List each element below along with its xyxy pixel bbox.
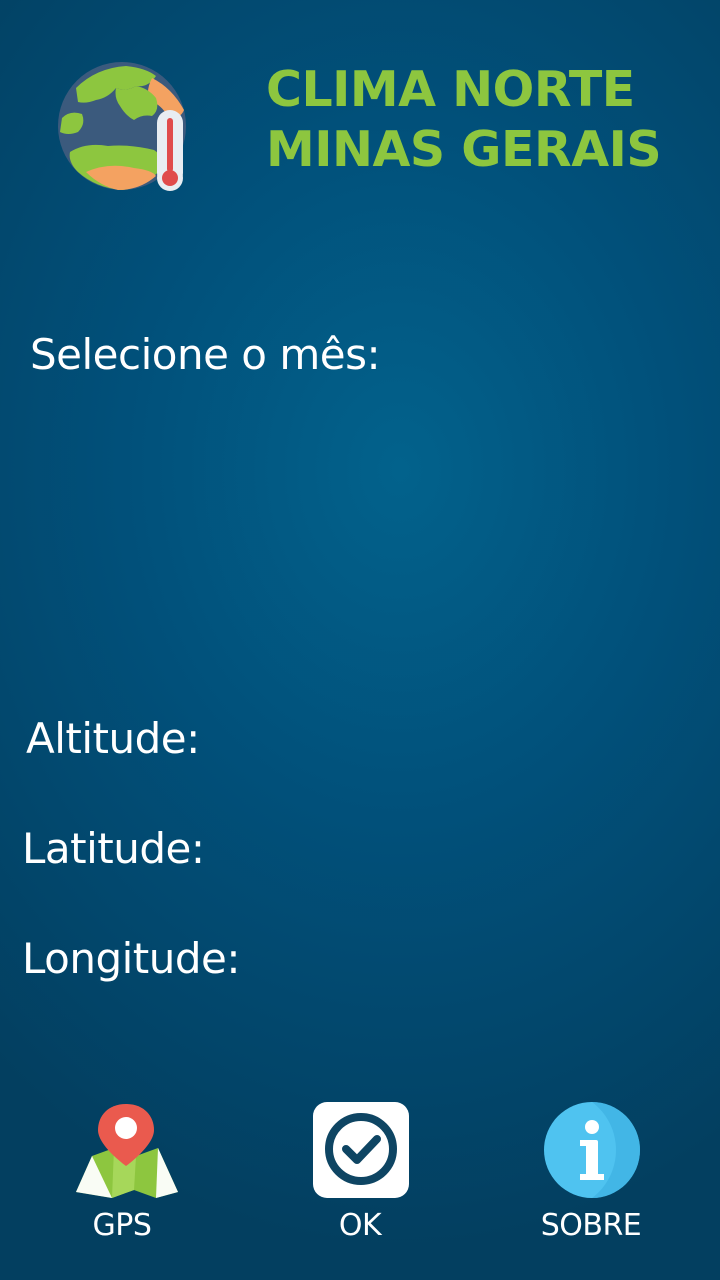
latitude-label: Latitude: [22, 824, 205, 873]
map-pin-icon [74, 1100, 178, 1200]
ok-button-label: OK [338, 1208, 382, 1243]
app-title-line-1: CLIMA NORTE [266, 61, 635, 118]
sobre-button-label: SOBRE [540, 1208, 642, 1243]
earth-thermometer-icon [56, 58, 196, 198]
longitude-label: Longitude: [22, 934, 241, 983]
gps-button-label: GPS [92, 1208, 152, 1243]
altitude-label: Altitude: [26, 714, 200, 763]
info-icon [543, 1100, 640, 1200]
sobre-button[interactable]: SOBRE [516, 1100, 666, 1250]
app-title: CLIMA NORTE MINAS GERAIS [266, 60, 706, 180]
ok-button[interactable]: OK [285, 1100, 435, 1250]
checkmark-icon [312, 1100, 409, 1200]
gps-button[interactable]: GPS [47, 1100, 197, 1250]
month-select-label: Selecione o mês: [30, 330, 381, 379]
app-title-line-2: MINAS GERAIS [266, 121, 662, 178]
